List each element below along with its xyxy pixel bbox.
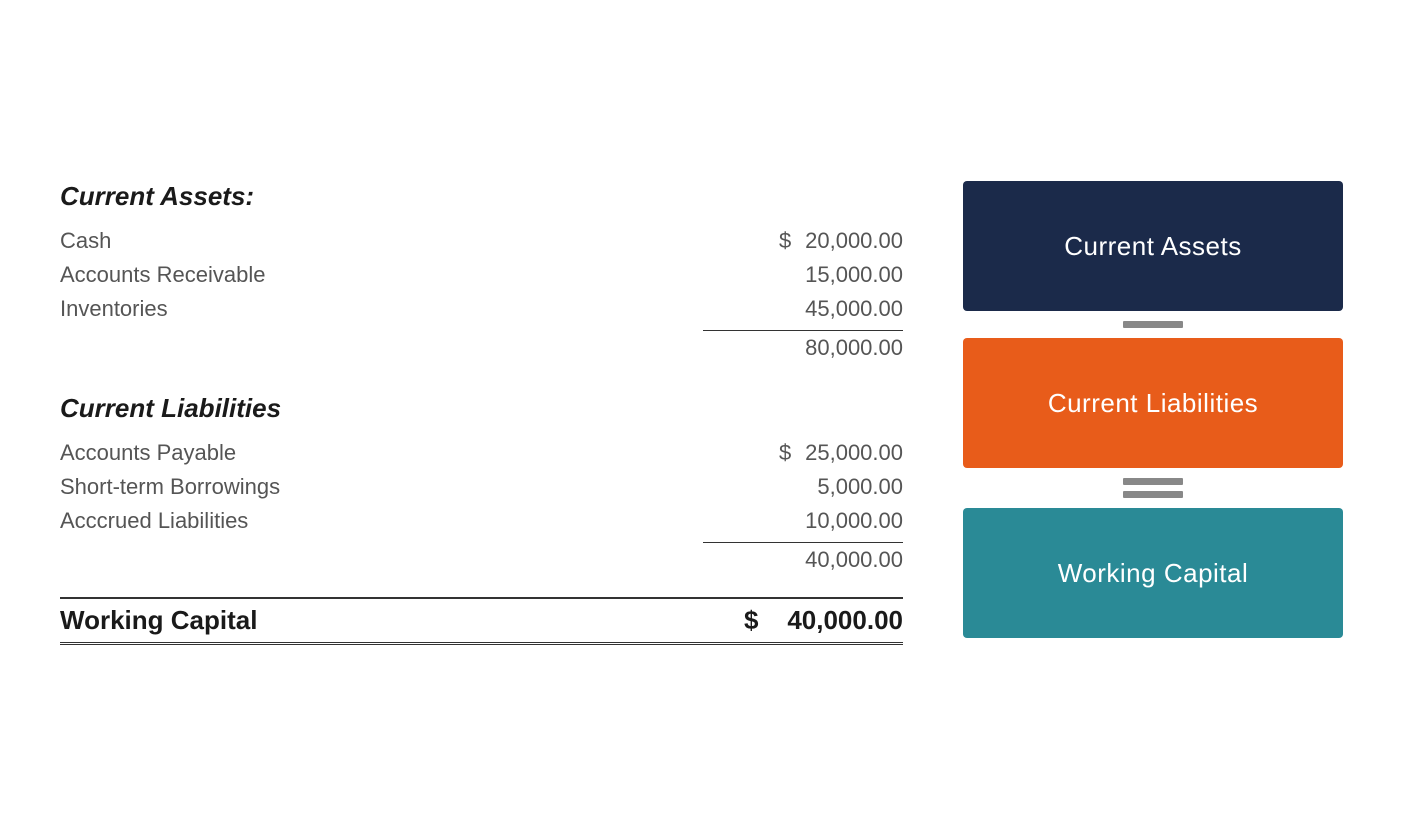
current-assets-card-label: Current Assets: [1064, 231, 1242, 262]
equals-bar-bottom: [1123, 491, 1183, 498]
cash-amount: $ 20,000.00: [703, 228, 903, 254]
al-value: 10,000.00: [805, 508, 903, 533]
current-liabilities-header: Current Liabilities: [60, 393, 903, 424]
cash-label: Cash: [60, 228, 703, 254]
inventories-amount: 45,000.00: [703, 296, 903, 322]
accounts-payable-row: Accounts Payable $ 25,000.00: [60, 440, 903, 466]
cash-dollar: $: [779, 228, 799, 254]
accrued-liabilities-amount: 10,000.00: [703, 508, 903, 534]
working-capital-card: Working Capital: [963, 508, 1343, 638]
cash-value: 20,000.00: [805, 228, 903, 253]
accounts-receivable-amount: 15,000.00: [703, 262, 903, 288]
accounts-payable-amount: $ 25,000.00: [703, 440, 903, 466]
ap-value: 25,000.00: [805, 440, 903, 465]
wc-value: 40,000.00: [787, 605, 903, 635]
accounts-receivable-row: Accounts Receivable 15,000.00: [60, 262, 903, 288]
stb-dollar: [791, 474, 811, 500]
accrued-liabilities-label: Acccrued Liabilities: [60, 508, 703, 534]
al-dollar: [779, 508, 799, 534]
short-term-borrowings-amount: 5,000.00: [703, 474, 903, 500]
working-capital-label: Working Capital: [60, 605, 257, 636]
wc-dollar: $: [744, 605, 758, 635]
minus-symbol: [1123, 311, 1183, 338]
inv-value: 45,000.00: [805, 296, 903, 321]
current-liabilities-subtotal-row: 40,000.00: [60, 542, 903, 573]
current-liabilities-card-label: Current Liabilities: [1048, 388, 1258, 419]
left-panel: Current Assets: Cash $ 20,000.00 Account…: [60, 181, 903, 645]
minus-bar: [1123, 321, 1183, 328]
inv-dollar: [779, 296, 799, 322]
current-liabilities-subtotal: 40,000.00: [703, 542, 903, 573]
inventories-row: Inventories 45,000.00: [60, 296, 903, 322]
ap-dollar: $: [779, 440, 799, 466]
current-assets-header: Current Assets:: [60, 181, 903, 212]
equals-symbol: [1123, 468, 1183, 508]
ar-value: 15,000.00: [805, 262, 903, 287]
short-term-borrowings-row: Short-term Borrowings 5,000.00: [60, 474, 903, 500]
working-capital-amount: $ 40,000.00: [703, 605, 903, 636]
main-container: Current Assets: Cash $ 20,000.00 Account…: [0, 141, 1403, 685]
accounts-payable-label: Accounts Payable: [60, 440, 703, 466]
current-assets-subtotal: 80,000.00: [703, 330, 903, 361]
accounts-receivable-label: Accounts Receivable: [60, 262, 703, 288]
cash-row: Cash $ 20,000.00: [60, 228, 903, 254]
current-assets-card: Current Assets: [963, 181, 1343, 311]
right-panel: Current Assets Current Liabilities Worki…: [963, 181, 1343, 638]
current-assets-subtotal-row: 80,000.00: [60, 330, 903, 361]
current-liabilities-card: Current Liabilities: [963, 338, 1343, 468]
equals-bar-top: [1123, 478, 1183, 485]
short-term-borrowings-label: Short-term Borrowings: [60, 474, 703, 500]
accrued-liabilities-row: Acccrued Liabilities 10,000.00: [60, 508, 903, 534]
working-capital-card-label: Working Capital: [1058, 558, 1249, 589]
inventories-label: Inventories: [60, 296, 703, 322]
ar-dollar: [779, 262, 799, 288]
working-capital-row: Working Capital $ 40,000.00: [60, 597, 903, 645]
stb-value: 5,000.00: [817, 474, 903, 499]
